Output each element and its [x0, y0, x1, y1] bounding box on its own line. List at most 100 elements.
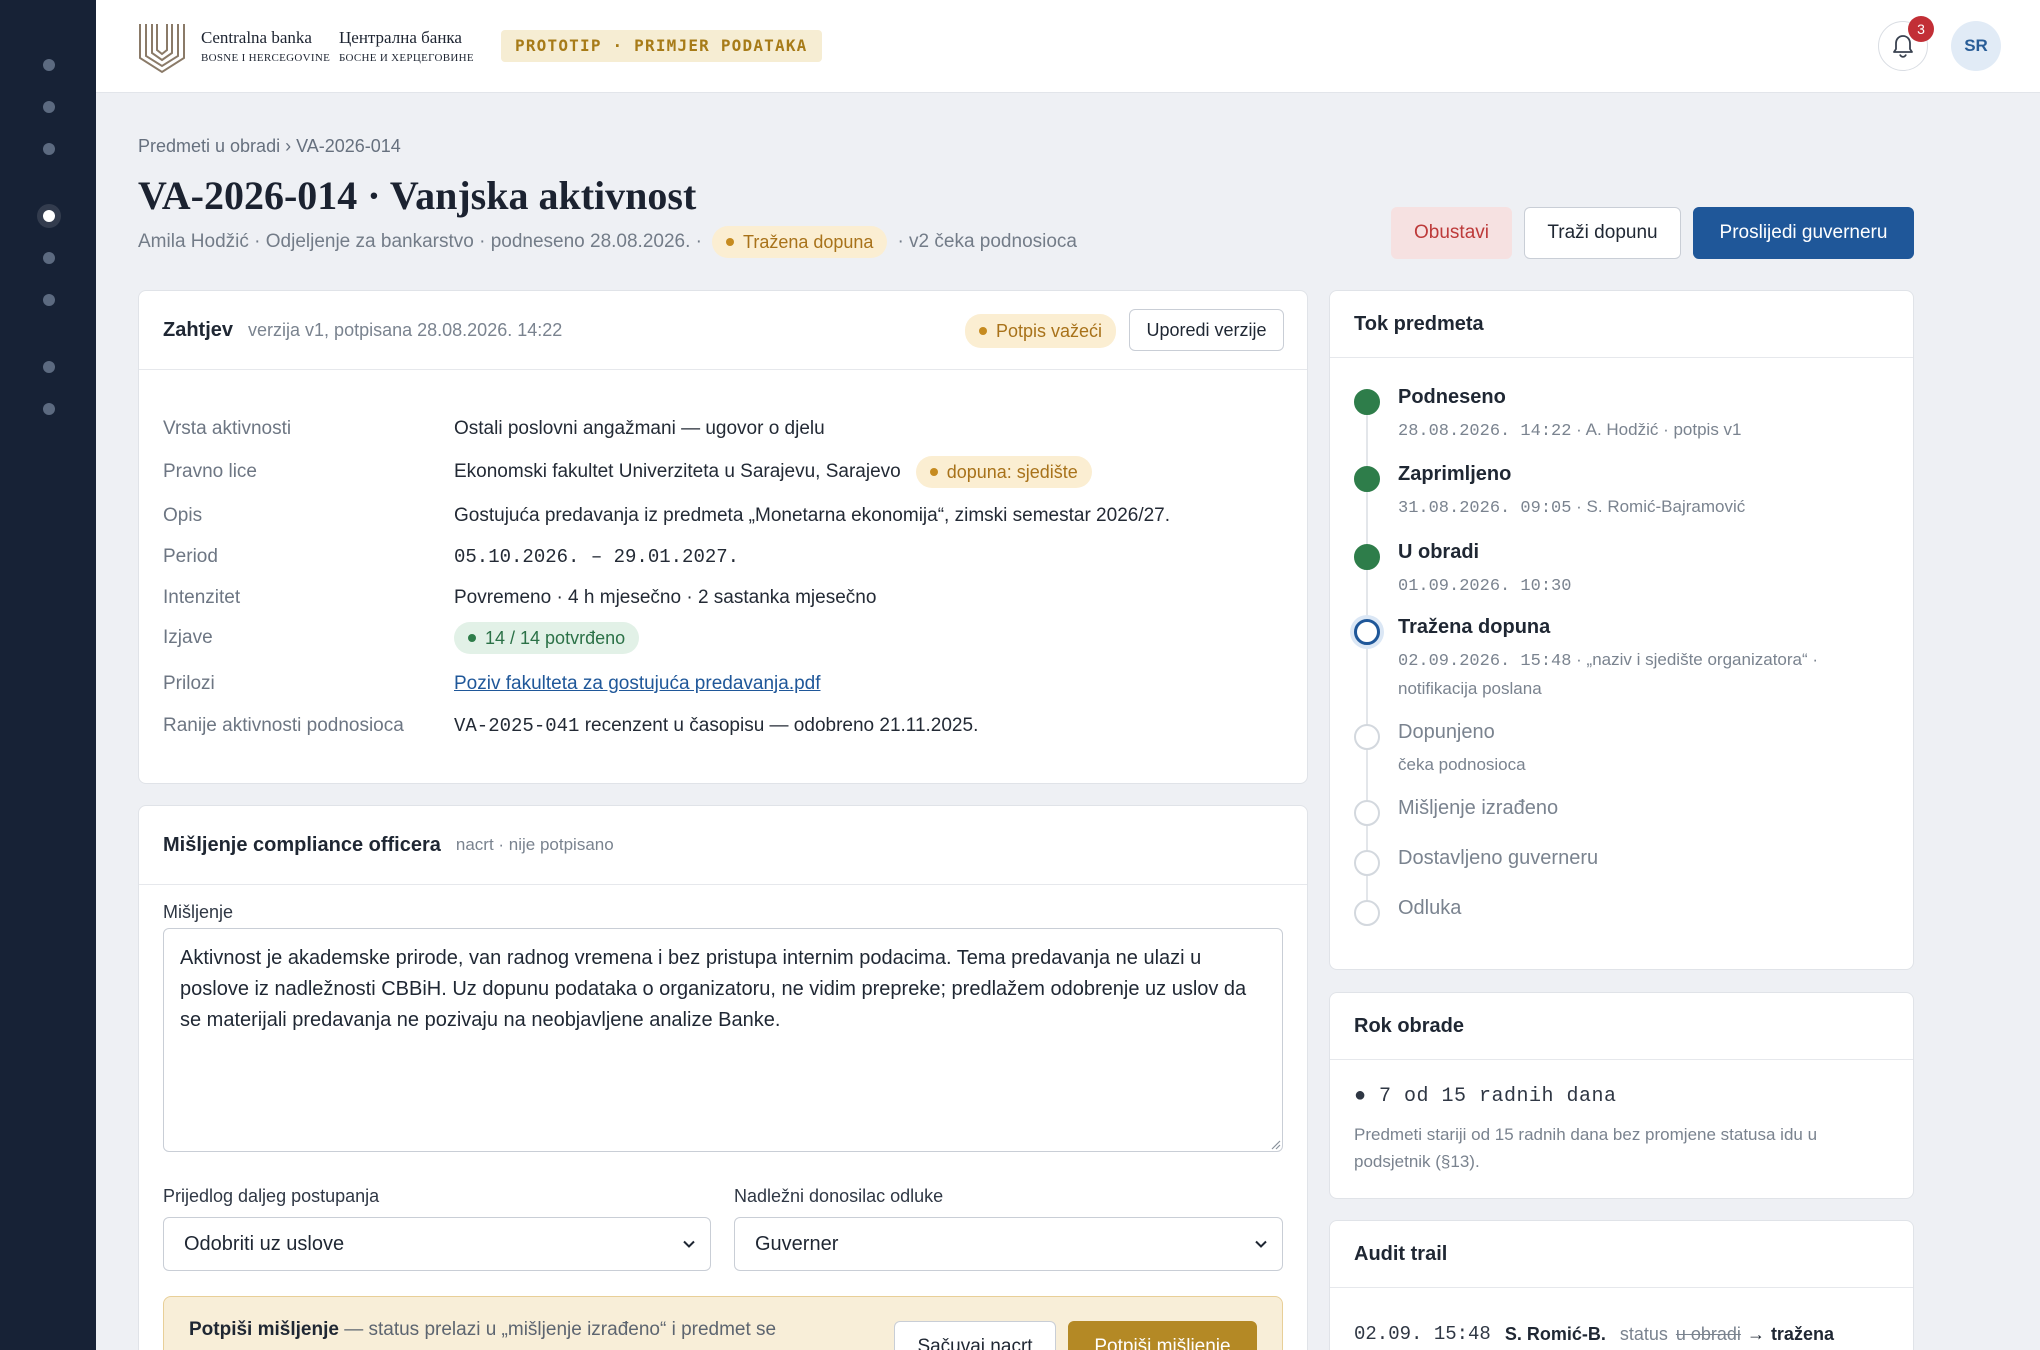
- bank-name-cyrillic-sub: БОСНЕ И ХЕРЦЕГОВИНЕ: [339, 52, 474, 64]
- case-meta-line: Amila Hodžić · Odjeljenje za bankarstvo …: [138, 226, 1077, 258]
- compare-versions-button[interactable]: Uporedi verzije: [1129, 309, 1284, 351]
- user-avatar[interactable]: SR: [1951, 21, 2001, 71]
- signature-dot-icon: [979, 327, 987, 335]
- sidebar-item-1[interactable]: [43, 59, 55, 71]
- audit-from: u obradi: [1675, 1323, 1741, 1344]
- request-supplement-button[interactable]: Traži dopunu: [1524, 207, 1681, 259]
- field-label: Period: [163, 546, 218, 567]
- audit-to: tražena: [1770, 1323, 1834, 1344]
- step-pending-icon: [1354, 900, 1380, 926]
- signature-valid-badge: Potpis važeći: [965, 314, 1117, 348]
- step-done-icon: [1354, 389, 1380, 415]
- deadline-card: Rok obrade ● 7 od 15 radnih dana Predmet…: [1329, 992, 1914, 1199]
- field-value: VA-2025-041 recenzent u časopisu — odobr…: [454, 715, 978, 737]
- top-bar: Centralna banka BOSNE I HERCEGOVINE Цент…: [96, 0, 2040, 93]
- chevron-down-icon: [1255, 1240, 1267, 1248]
- attachment-link[interactable]: Poziv fakulteta za gostujuća predavanja.…: [454, 673, 821, 695]
- resize-handle-icon[interactable]: [1269, 1138, 1281, 1150]
- bank-name-latin: Centralna banka BOSNE I HERCEGOVINE: [201, 28, 330, 64]
- proposal-select[interactable]: Odobriti uz uslove: [163, 1217, 711, 1271]
- breadcrumb[interactable]: Predmeti u obradi › VA-2026-014: [138, 136, 401, 157]
- field-value: 05.10.2026. – 29.01.2027.: [454, 546, 740, 568]
- audit-label: status: [1619, 1323, 1668, 1344]
- sign-callout-desc: — status prelazi u „mišljenje izrađeno“ …: [338, 1319, 777, 1340]
- case-meta-after: · v2 čeka podnosioca: [897, 231, 1077, 252]
- field-label: Ranije aktivnosti podnosioca: [163, 715, 404, 736]
- deadline-counter: ● 7 od 15 radnih dana: [1354, 1085, 1617, 1108]
- chevron-down-icon: [683, 1240, 695, 1248]
- field-value: Ekonomski fakultet Univerziteta u Saraje…: [454, 456, 1092, 488]
- page-title: VA-2026-014 · Vanjska aktivnost: [138, 173, 697, 218]
- step-title: Tražena dopuna: [1398, 616, 1551, 638]
- proposal-label: Prijedlog daljeg postupanja: [163, 1186, 380, 1206]
- bank-name-cyrillic: Централна банка БОСНЕ И ХЕРЦЕГОВИНЕ: [339, 28, 474, 64]
- step-pending-icon: [1354, 850, 1380, 876]
- step-done-icon: [1354, 466, 1380, 492]
- field-label: Vrsta aktivnosti: [163, 418, 292, 439]
- prototype-badge: PROTOTIP · PRIMJER PODATAKA: [501, 30, 822, 62]
- legal-entity-value: Ekonomski fakultet Univerziteta u Saraje…: [454, 461, 901, 482]
- opinion-card-subtitle: nacrt · nije potpisano: [455, 835, 614, 854]
- bank-name-latin-title: Centralna banka: [201, 28, 312, 47]
- status-dot-icon: [726, 238, 734, 246]
- decision-maker-select[interactable]: Guverner: [734, 1217, 1283, 1271]
- supplement-badge-label: dopuna: sjedište: [946, 461, 1078, 482]
- statements-confirmed-badge: 14 / 14 potvrđeno: [454, 622, 640, 654]
- audit-arrow: →: [1746, 1323, 1765, 1344]
- supplement-badge: dopuna: sjedište: [915, 456, 1092, 488]
- step-title: U obradi: [1398, 541, 1480, 563]
- step-done-icon: [1354, 544, 1380, 570]
- sign-opinion-button[interactable]: Potpiši mišljenje: [1068, 1321, 1257, 1350]
- sidebar-item-5[interactable]: [43, 252, 55, 264]
- previous-activity-text: recenzent u časopisu — odobreno 21.11.20…: [579, 715, 979, 736]
- save-draft-button[interactable]: Sačuvaj nacrt: [894, 1321, 1056, 1350]
- step-detail: 28.08.2026. 14:22 · A. Hodžić · potpis v…: [1398, 416, 1858, 445]
- previous-activity-code: VA-2025-041: [454, 715, 580, 737]
- sidebar-item-8[interactable]: [43, 403, 55, 415]
- step-note: · A. Hodžić · potpis v1: [1571, 420, 1742, 439]
- sign-callout: Potpiši mišljenje — status prelazi u „mi…: [163, 1296, 1283, 1350]
- forward-to-governor-button[interactable]: Proslijedi guverneru: [1693, 207, 1914, 259]
- sidebar-item-6[interactable]: [43, 294, 55, 306]
- step-detail: 01.09.2026. 10:30: [1398, 571, 1858, 600]
- status-badge-label: Tražena dopuna: [743, 231, 874, 252]
- bank-name-latin-sub: BOSNE I HERCEGOVINE: [201, 52, 331, 64]
- case-flow-card: Tok predmeta Podneseno 28.08.2026. 14:22…: [1329, 290, 1914, 970]
- audit-trail-card: Audit trail 02.09. 15:48 S. Romić-B. sta…: [1329, 1220, 1914, 1350]
- step-date: 31.08.2026. 09:05: [1398, 499, 1572, 518]
- deadline-note: Predmeti stariji od 15 radnih dana bez p…: [1354, 1125, 1818, 1171]
- step-title: Dopunjeno: [1398, 721, 1495, 743]
- request-card-title: Zahtjev: [163, 318, 234, 341]
- sidebar-item-2[interactable]: [43, 101, 55, 113]
- deadline-header: Rok obrade: [1330, 993, 1913, 1060]
- sidebar-item-7[interactable]: [43, 361, 55, 373]
- opinion-field-label: Mišljenje: [163, 902, 234, 922]
- deadline-title: Rok obrade: [1354, 1014, 1465, 1037]
- signature-valid-label: Potpis važeći: [996, 320, 1103, 341]
- step-date: 28.08.2026. 14:22: [1398, 422, 1572, 441]
- stop-case-button[interactable]: Obustavi: [1391, 207, 1512, 259]
- step-title: Zaprimljeno: [1398, 463, 1512, 485]
- opinion-card-header: Mišljenje compliance officera nacrt · ni…: [139, 806, 1307, 885]
- sidebar-item-3[interactable]: [43, 143, 55, 155]
- sign-callout-bold: Potpiši mišljenje: [189, 1319, 339, 1340]
- supplement-dot-icon: [929, 468, 938, 476]
- audit-time: 02.09. 15:48: [1354, 1323, 1491, 1345]
- field-label: Intenzitet: [163, 587, 241, 608]
- audit-trail-title: Audit trail: [1354, 1242, 1448, 1265]
- step-title: Podneseno: [1398, 386, 1506, 408]
- step-date: 01.09.2026. 10:30: [1398, 577, 1572, 596]
- step-title: Mišljenje izrađeno: [1398, 797, 1559, 819]
- step-detail: 02.09.2026. 15:48 · „naziv i sjedište or…: [1398, 646, 1858, 702]
- decision-maker-label: Nadležni donosilac odluke: [734, 1186, 944, 1206]
- opinion-card-title: Mišljenje compliance officera: [163, 833, 441, 856]
- field-label: Pravno lice: [163, 461, 257, 482]
- field-label: Izjave: [163, 627, 213, 648]
- sidebar-item-4-active[interactable]: [43, 210, 55, 222]
- step-current-icon: [1354, 619, 1380, 645]
- audit-entry: 02.09. 15:48 S. Romić-B. status u obradi…: [1354, 1323, 1834, 1345]
- step-date: 02.09.2026. 15:48: [1398, 652, 1572, 671]
- request-card-subtitle: verzija v1, potpisana 28.08.2026. 14:22: [248, 319, 563, 340]
- opinion-textarea[interactable]: Aktivnost je akademske prirode, van radn…: [163, 928, 1283, 1152]
- field-value: Povremeno · 4 h mjesečno · 2 sastanka mj…: [454, 587, 877, 608]
